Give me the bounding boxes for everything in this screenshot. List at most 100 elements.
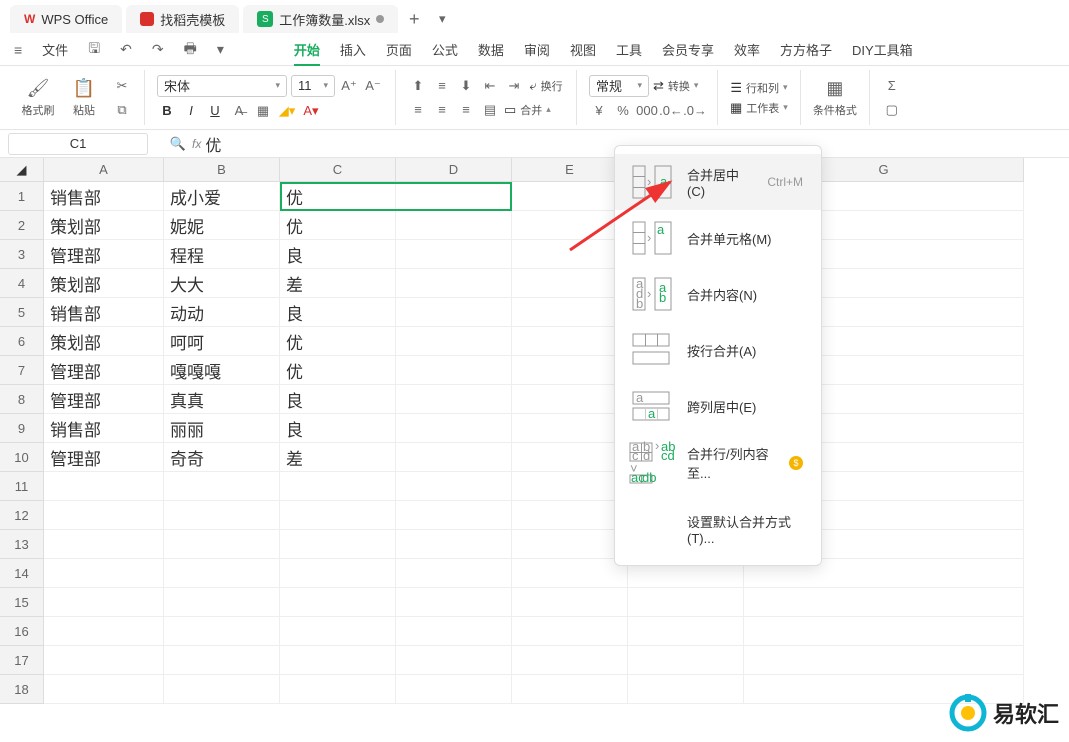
cell[interactable] [280, 559, 396, 588]
menu-file[interactable]: 文件 [42, 40, 68, 59]
cell[interactable] [396, 530, 512, 559]
align-top-icon[interactable]: ⬆ [408, 76, 428, 96]
cell[interactable] [512, 443, 628, 472]
row-header[interactable]: 10 [0, 443, 44, 472]
hamburger-icon[interactable]: ≡ [14, 42, 22, 58]
redo-icon[interactable]: ↷ [152, 41, 164, 58]
menu-review[interactable]: 审阅 [524, 40, 550, 59]
cell[interactable] [44, 675, 164, 704]
align-left-icon[interactable]: ≡ [408, 100, 428, 120]
menu-diy[interactable]: DIY工具箱 [852, 40, 913, 59]
row-header[interactable]: 6 [0, 327, 44, 356]
cell[interactable] [164, 530, 280, 559]
cell[interactable]: 销售部 [44, 182, 164, 211]
cell[interactable] [396, 327, 512, 356]
align-right-icon[interactable]: ≡ [456, 100, 476, 120]
cell[interactable]: 动动 [164, 298, 280, 327]
cell[interactable] [396, 472, 512, 501]
convert-button[interactable]: ⇄转换▾ [653, 78, 698, 94]
fill-icon[interactable]: ▢ [882, 100, 902, 120]
border-icon[interactable]: ▦ [253, 101, 273, 121]
menu-efficiency[interactable]: 效率 [734, 40, 760, 59]
font-color-icon[interactable]: A▾ [301, 101, 321, 121]
italic-icon[interactable]: I [181, 101, 201, 121]
cell[interactable] [44, 530, 164, 559]
cell[interactable] [512, 617, 628, 646]
menu-insert[interactable]: 插入 [340, 40, 366, 59]
cell[interactable]: 程程 [164, 240, 280, 269]
row-header[interactable]: 8 [0, 385, 44, 414]
cell[interactable] [512, 385, 628, 414]
col-header[interactable]: E [512, 158, 628, 182]
cell[interactable] [396, 559, 512, 588]
cell[interactable] [164, 588, 280, 617]
row-header[interactable]: 18 [0, 675, 44, 704]
cell[interactable]: 呵呵 [164, 327, 280, 356]
cell[interactable]: 优 [280, 327, 396, 356]
align-bottom-icon[interactable]: ⬇ [456, 76, 476, 96]
cell[interactable] [628, 617, 744, 646]
font-size-select[interactable]: 11▾ [291, 75, 335, 97]
cell[interactable] [280, 472, 396, 501]
set-default-merge-item[interactable]: 设置默认合并方式(T)... [615, 501, 821, 557]
cell[interactable] [396, 501, 512, 530]
row-header[interactable]: 13 [0, 530, 44, 559]
underline-icon[interactable]: U [205, 101, 225, 121]
save-icon[interactable]: 🖫 [88, 38, 100, 62]
cell[interactable] [280, 588, 396, 617]
cell[interactable] [512, 588, 628, 617]
tab-document[interactable]: S 工作簿数量.xlsx [243, 5, 398, 33]
cell[interactable] [396, 356, 512, 385]
cell[interactable] [164, 675, 280, 704]
cell[interactable]: 丽丽 [164, 414, 280, 443]
cell[interactable] [396, 588, 512, 617]
select-all-corner[interactable]: ◢ [0, 158, 44, 182]
cell[interactable]: 奇奇 [164, 443, 280, 472]
merge-content-item[interactable]: adb›ab 合并内容(N) [615, 266, 821, 322]
align-middle-icon[interactable]: ≡ [432, 76, 452, 96]
row-header[interactable]: 14 [0, 559, 44, 588]
decrease-font-icon[interactable]: A⁻ [363, 76, 383, 96]
cell[interactable]: 良 [280, 414, 396, 443]
cell[interactable] [164, 617, 280, 646]
rowcol-button[interactable]: ☰行和列▾ [730, 80, 788, 96]
tab-wps-office[interactable]: W WPS Office [10, 5, 122, 33]
merge-to-item[interactable]: abcd›abcd˅acdb 合并行/列内容至... $ [615, 434, 821, 492]
currency-icon[interactable]: ¥ [589, 101, 609, 121]
cell[interactable] [628, 588, 744, 617]
cell[interactable]: 良 [280, 298, 396, 327]
row-header[interactable]: 4 [0, 269, 44, 298]
number-format-select[interactable]: 常规▾ [589, 75, 649, 97]
cell[interactable] [44, 559, 164, 588]
cell[interactable] [396, 269, 512, 298]
cell[interactable] [396, 675, 512, 704]
merge-button[interactable]: ▭合并▴ [504, 102, 551, 118]
cell[interactable]: 管理部 [44, 240, 164, 269]
menu-page[interactable]: 页面 [386, 40, 412, 59]
cell[interactable] [280, 501, 396, 530]
align-center-icon[interactable]: ≡ [432, 100, 452, 120]
cell[interactable] [396, 646, 512, 675]
cell[interactable] [280, 530, 396, 559]
cell[interactable]: 妮妮 [164, 211, 280, 240]
col-header[interactable]: D [396, 158, 512, 182]
fill-color-icon[interactable]: ◢▾ [277, 101, 297, 121]
cell[interactable] [280, 646, 396, 675]
menu-fangfang[interactable]: 方方格子 [780, 40, 832, 59]
cell[interactable] [512, 327, 628, 356]
cell[interactable]: 策划部 [44, 327, 164, 356]
search-icon[interactable]: 🔍 [168, 134, 188, 154]
row-header[interactable]: 16 [0, 617, 44, 646]
cell[interactable]: 优 [280, 356, 396, 385]
cell[interactable] [164, 472, 280, 501]
worksheet-button[interactable]: ▦工作表▾ [730, 100, 788, 116]
comma-icon[interactable]: 000 [637, 101, 657, 121]
menu-data[interactable]: 数据 [478, 40, 504, 59]
col-header[interactable]: A [44, 158, 164, 182]
tab-menu-button[interactable]: ▾ [430, 7, 454, 31]
cell[interactable] [744, 588, 1024, 617]
cell[interactable] [512, 269, 628, 298]
formula-value[interactable]: 优 [205, 132, 221, 156]
cell[interactable]: 良 [280, 385, 396, 414]
cell[interactable] [396, 385, 512, 414]
